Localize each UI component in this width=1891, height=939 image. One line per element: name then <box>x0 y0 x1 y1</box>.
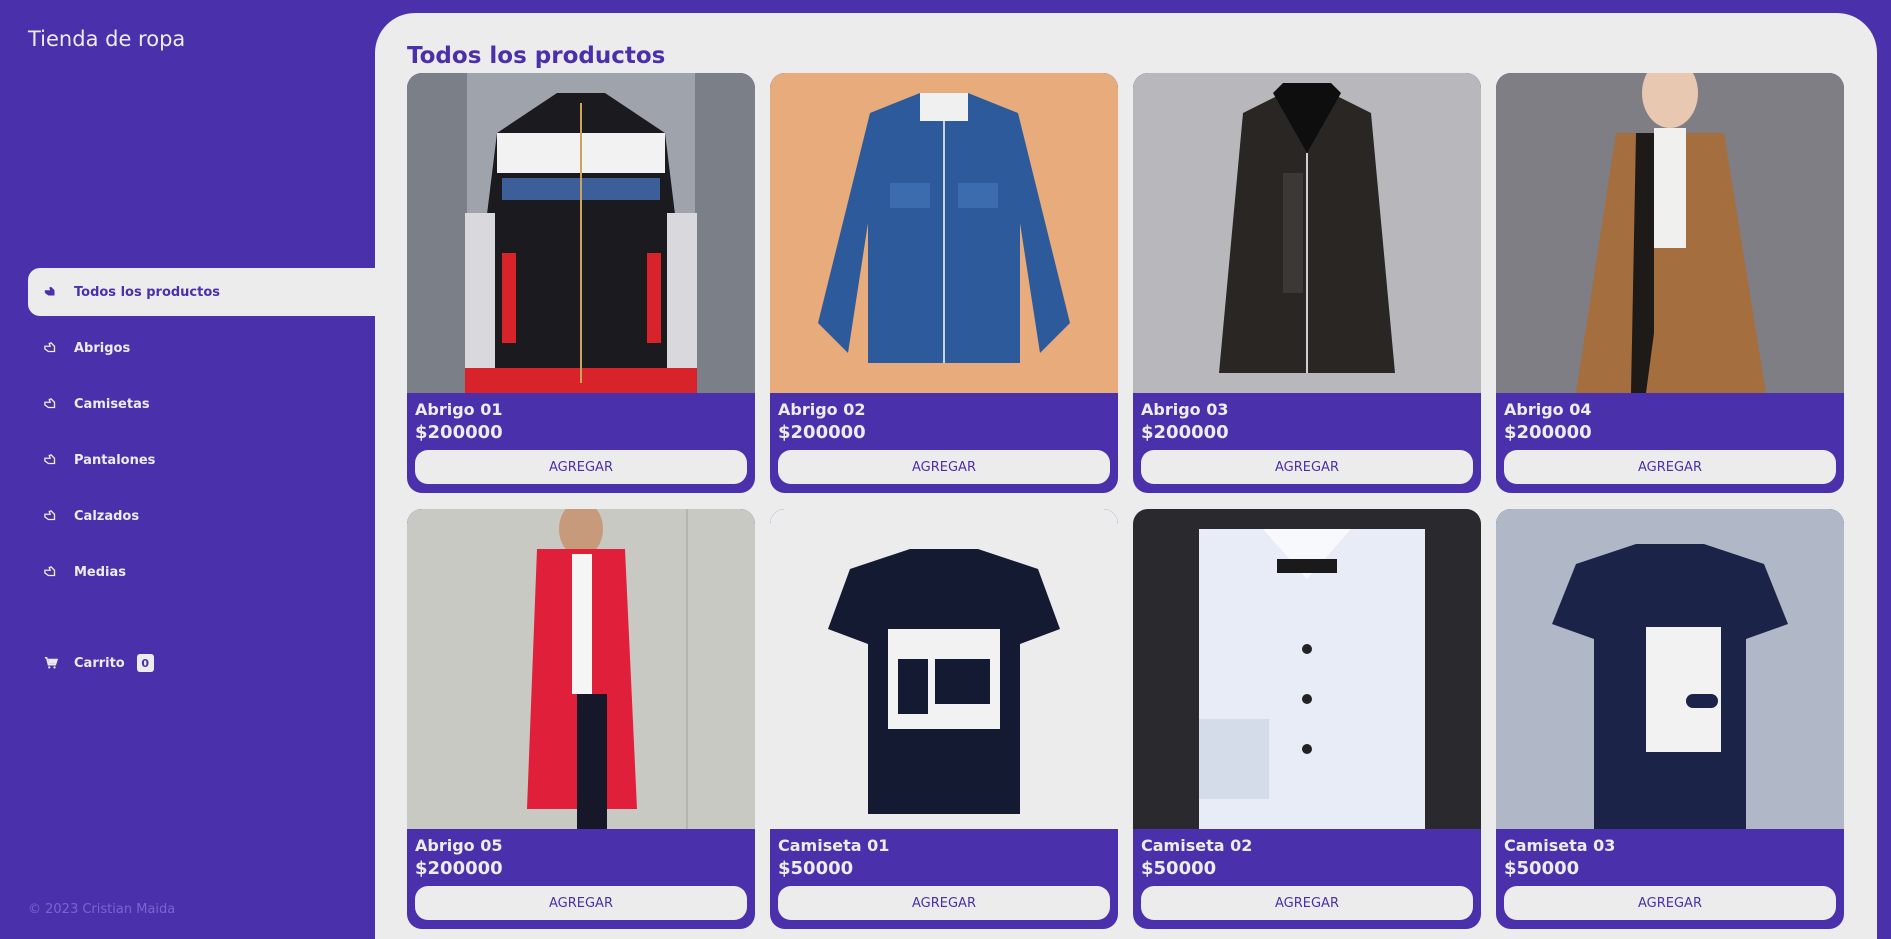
product-card: Abrigo 05 $200000 AGREGAR <box>407 509 755 929</box>
product-name: Abrigo 01 <box>415 400 503 419</box>
add-to-cart-button[interactable]: AGREGAR <box>778 450 1110 484</box>
product-image-navy-graphic-tee <box>770 509 1118 829</box>
sidebar-item-camisetas[interactable]: Camisetas <box>28 380 375 428</box>
sidebar-item-pantalones[interactable]: Pantalones <box>28 436 375 484</box>
hand-pointing-icon <box>42 563 60 581</box>
product-image-navy-tee <box>1496 509 1844 829</box>
add-to-cart-button[interactable]: AGREGAR <box>1504 450 1836 484</box>
product-card: Camiseta 01 $50000 AGREGAR <box>770 509 1118 929</box>
sidebar-item-label: Medias <box>74 564 127 580</box>
product-image-denim-jacket <box>770 73 1118 393</box>
footer-copyright: © 2023 Cristian Maida <box>28 902 176 917</box>
sidebar-item-abrigos[interactable]: Abrigos <box>28 324 375 372</box>
product-price: $50000 <box>1141 858 1217 879</box>
sidebar-item-label: Todos los productos <box>74 284 221 300</box>
cart-icon <box>42 654 60 672</box>
sidebar-item-medias[interactable]: Medias <box>28 548 375 596</box>
product-card: Abrigo 02 $200000 AGREGAR <box>770 73 1118 493</box>
product-grid: Abrigo 01 $200000 AGREGAR Abrigo 02 $200… <box>407 73 1844 929</box>
add-to-cart-button[interactable]: AGREGAR <box>778 886 1110 920</box>
product-price: $200000 <box>1504 422 1592 443</box>
product-image-white-dress-shirt <box>1133 509 1481 829</box>
product-price: $50000 <box>1504 858 1580 879</box>
product-image-leather-jacket <box>1133 73 1481 393</box>
add-to-cart-button[interactable]: AGREGAR <box>1504 886 1836 920</box>
hand-pointing-icon <box>42 339 60 357</box>
hand-pointing-icon <box>42 283 60 301</box>
page-title: Todos los productos <box>407 43 666 69</box>
product-price: $200000 <box>1141 422 1229 443</box>
product-card: Abrigo 03 $200000 AGREGAR <box>1133 73 1481 493</box>
add-to-cart-button[interactable]: AGREGAR <box>1141 886 1473 920</box>
product-price: $200000 <box>415 858 503 879</box>
product-price: $200000 <box>415 422 503 443</box>
product-price: $50000 <box>778 858 854 879</box>
product-name: Abrigo 02 <box>778 400 866 419</box>
product-card: Camiseta 02 $50000 AGREGAR <box>1133 509 1481 929</box>
add-to-cart-button[interactable]: AGREGAR <box>415 450 747 484</box>
add-to-cart-button[interactable]: AGREGAR <box>415 886 747 920</box>
cart-count-badge: 0 <box>136 654 154 672</box>
product-name: Abrigo 03 <box>1141 400 1229 419</box>
sidebar-item-label: Abrigos <box>74 340 131 356</box>
product-card: Abrigo 01 $200000 AGREGAR <box>407 73 755 493</box>
app-title: Tienda de ropa <box>28 27 186 51</box>
add-to-cart-button[interactable]: AGREGAR <box>1141 450 1473 484</box>
main-panel: Todos los productos Abrigo 01 $200000 AG… <box>375 13 1877 939</box>
product-card: Abrigo 04 $200000 AGREGAR <box>1496 73 1844 493</box>
product-image-jacket-black-white <box>407 73 755 393</box>
hand-pointing-icon <box>42 507 60 525</box>
product-name: Camiseta 01 <box>778 836 890 855</box>
product-name: Abrigo 05 <box>415 836 503 855</box>
product-image-brown-coat <box>1496 73 1844 393</box>
product-card: Camiseta 03 $50000 AGREGAR <box>1496 509 1844 929</box>
sidebar-item-label: Camisetas <box>74 396 150 412</box>
sidebar-item-todos-los-productos[interactable]: Todos los productos <box>28 268 375 316</box>
product-price: $200000 <box>778 422 866 443</box>
hand-pointing-icon <box>42 395 60 413</box>
product-name: Camiseta 02 <box>1141 836 1253 855</box>
product-name: Abrigo 04 <box>1504 400 1592 419</box>
hand-pointing-icon <box>42 451 60 469</box>
sidebar-item-calzados[interactable]: Calzados <box>28 492 375 540</box>
sidebar-item-label: Pantalones <box>74 452 156 468</box>
cart-button[interactable]: Carrito 0 <box>28 639 328 687</box>
sidebar-item-label: Calzados <box>74 508 140 524</box>
product-image-red-puffer-coat <box>407 509 755 829</box>
product-name: Camiseta 03 <box>1504 836 1616 855</box>
cart-label: Carrito <box>74 655 125 671</box>
sidebar-nav: Todos los productos Abrigos Camisetas Pa… <box>28 268 375 604</box>
